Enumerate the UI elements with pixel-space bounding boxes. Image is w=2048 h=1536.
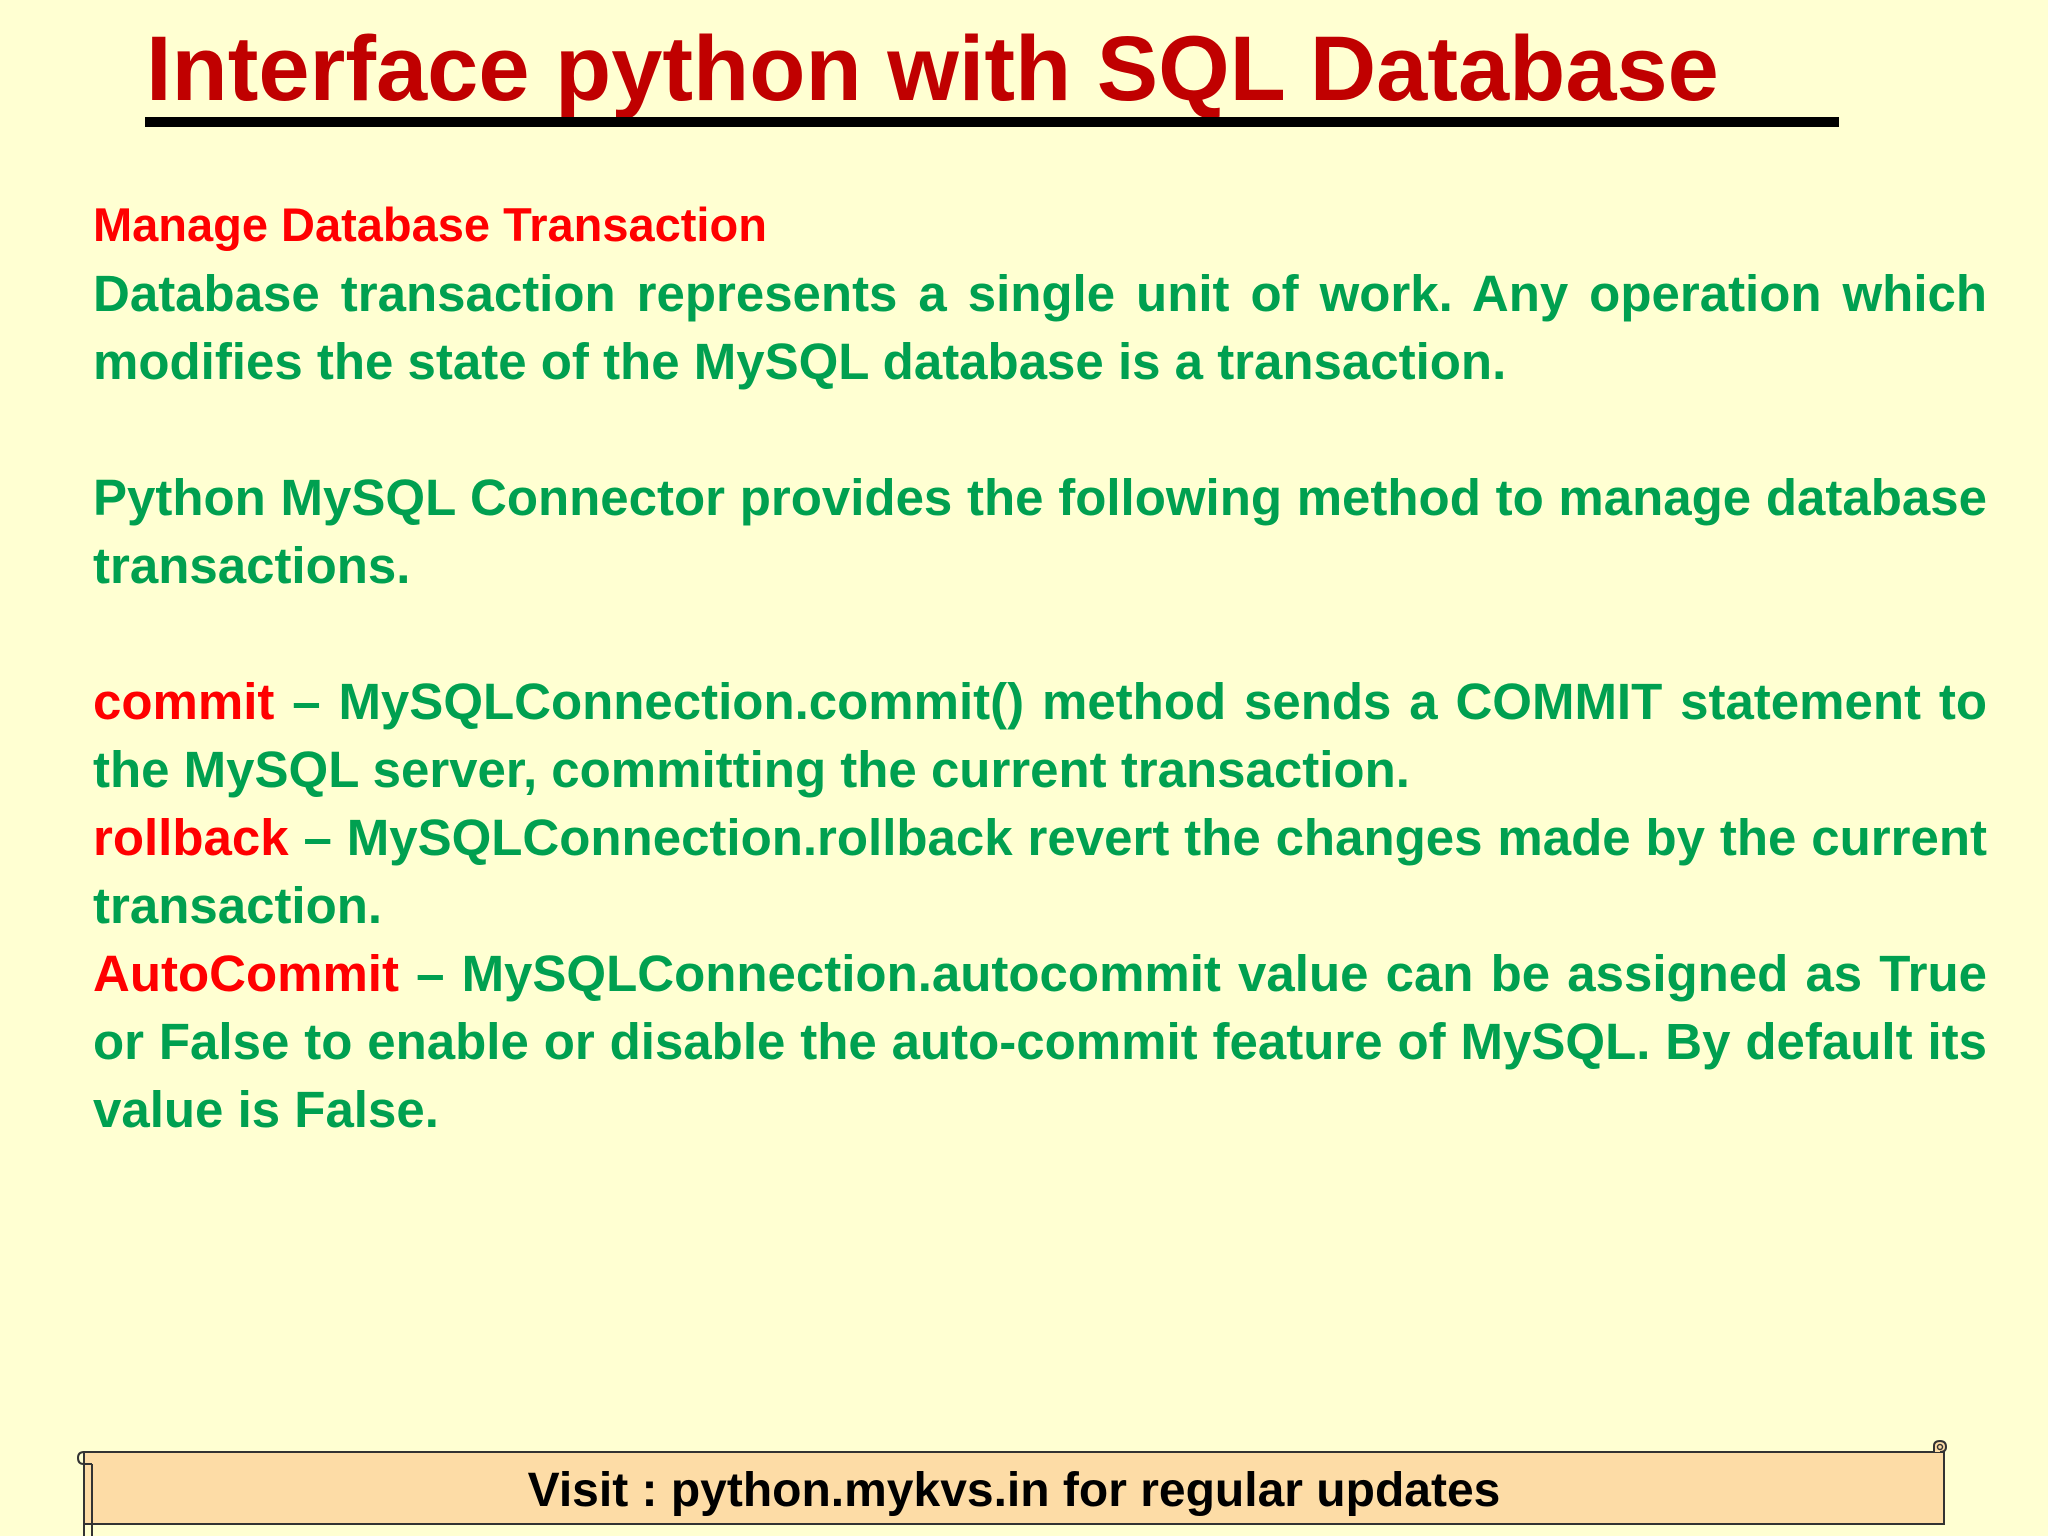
intro-paragraph: Database transaction represents a single…: [93, 265, 1987, 390]
method-term-commit: commit: [93, 673, 275, 730]
title-underline: [145, 117, 1839, 127]
method-term-rollback: rollback: [93, 809, 289, 866]
method-autocommit: AutoCommit – MySQLConnection.autocommit …: [93, 940, 1987, 1144]
method-rollback: rollback – MySQLConnection.rollback reve…: [93, 804, 1987, 940]
connector-paragraph: Python MySQL Connector provides the foll…: [93, 469, 1987, 594]
method-commit: commit – MySQLConnection.commit() method…: [93, 668, 1987, 804]
footer-visit-text: Visit : python.mykvs.in for regular upda…: [527, 1464, 1501, 1517]
method-term-autocommit: AutoCommit: [93, 945, 399, 1002]
slide-body: Manage Database Transaction Database tra…: [93, 190, 1987, 1144]
footer-banner: Visit : python.mykvs.in for regular upda…: [74, 1440, 1954, 1536]
slide-title: Interface python with SQL Database: [146, 18, 1719, 120]
section-heading: Manage Database Transaction: [93, 198, 767, 251]
method-description-commit: – MySQLConnection.commit() method sends …: [93, 673, 1987, 798]
method-description-rollback: – MySQLConnection.rollback revert the ch…: [93, 809, 1987, 934]
